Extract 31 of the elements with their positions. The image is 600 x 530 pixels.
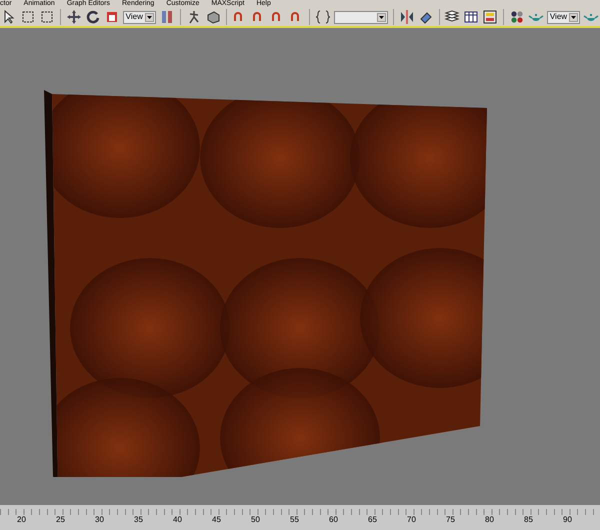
ruler-label: 60 [328, 515, 339, 525]
caret-icon [144, 12, 154, 22]
braces-icon[interactable] [314, 9, 331, 25]
ruler-label: 65 [367, 515, 378, 525]
ruler-label: 90 [562, 515, 573, 525]
window-select-icon[interactable] [39, 9, 55, 25]
ruler-label: 50 [250, 515, 261, 525]
ruler-label: 20 [16, 515, 27, 525]
move-icon[interactable] [66, 9, 82, 25]
render-dropdown[interactable]: View [546, 10, 580, 24]
ruler-label: 25 [55, 515, 66, 525]
ruler-label: 75 [445, 515, 456, 525]
ruler-label: 35 [133, 515, 144, 525]
region-select-icon[interactable] [20, 9, 36, 25]
grid-icon[interactable] [463, 9, 480, 25]
ruler-label: 40 [172, 515, 183, 525]
schematic-icon[interactable] [482, 9, 498, 25]
ruler-label: 70 [406, 515, 417, 525]
rotate-icon[interactable] [84, 9, 101, 25]
caret-icon [569, 12, 578, 22]
coordinate-dropdown[interactable]: View [122, 10, 156, 24]
ruler-label: 85 [523, 515, 534, 525]
ruler-label: 80 [484, 515, 495, 525]
box-icon[interactable] [204, 9, 221, 25]
ruler-label: 55 [289, 515, 300, 525]
ruler-label: 45 [211, 515, 222, 525]
material-icon[interactable] [508, 9, 525, 25]
viewport[interactable] [0, 28, 600, 505]
mirror-icon[interactable] [398, 9, 415, 25]
ruler-label: 30 [94, 515, 105, 525]
caret-icon [376, 12, 386, 22]
